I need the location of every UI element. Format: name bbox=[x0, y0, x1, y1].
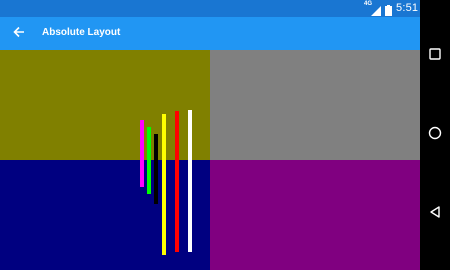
magenta-line bbox=[140, 120, 144, 187]
absolute-layout-area bbox=[0, 50, 420, 270]
status-bar: 4G 5:51 bbox=[0, 0, 420, 17]
home-icon bbox=[428, 126, 442, 145]
green-line bbox=[147, 127, 151, 194]
back-icon bbox=[429, 205, 441, 223]
back-button[interactable] bbox=[6, 21, 32, 47]
navigation-bar bbox=[420, 0, 450, 270]
white-line bbox=[188, 110, 192, 252]
red-line bbox=[175, 111, 179, 252]
status-time: 5:51 bbox=[396, 2, 419, 14]
black-line bbox=[154, 134, 158, 204]
yellow-line bbox=[162, 114, 166, 255]
recents-icon bbox=[429, 47, 441, 65]
app-bar: Absolute Layout bbox=[0, 17, 420, 50]
page-title: Absolute Layout bbox=[42, 27, 121, 38]
back-arrow-icon bbox=[13, 25, 25, 43]
system-back-button[interactable] bbox=[425, 204, 445, 224]
purple-box bbox=[210, 160, 420, 270]
home-button[interactable] bbox=[425, 125, 445, 145]
gray-box bbox=[210, 50, 420, 160]
device-screen: 4G 5:51 Absolute Layout bbox=[0, 0, 420, 270]
recents-button[interactable] bbox=[425, 46, 445, 66]
